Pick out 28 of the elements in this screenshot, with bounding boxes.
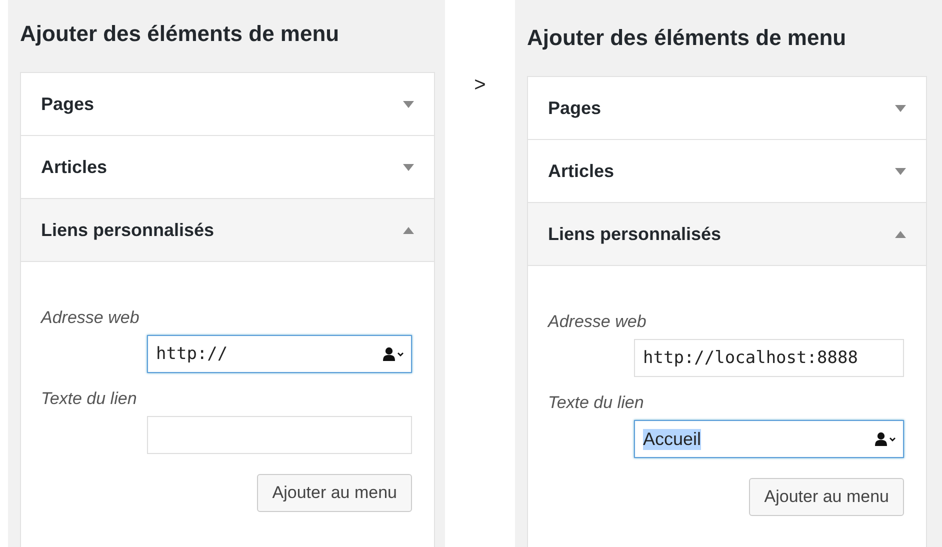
field-label: Texte du lien bbox=[548, 393, 645, 413]
input-field[interactable]: Accueil bbox=[634, 420, 904, 458]
input-field[interactable]: http://localhost:8888 bbox=[634, 339, 904, 377]
field-label: Adresse web bbox=[548, 312, 648, 332]
accordion-header[interactable]: Pages bbox=[528, 77, 926, 140]
accordion-header[interactable]: Liens personnalisés bbox=[528, 203, 926, 266]
accordion-header[interactable]: Pages bbox=[21, 73, 434, 136]
caret-up-icon bbox=[403, 226, 414, 234]
field-label: Texte du lien bbox=[41, 389, 138, 409]
accordion-header[interactable]: Liens personnalisés bbox=[21, 199, 434, 262]
field-label: Adresse web bbox=[41, 308, 140, 328]
field-value: Accueil bbox=[643, 428, 702, 450]
field-value: http://localhost:8888 bbox=[643, 348, 858, 368]
input-field[interactable]: http:// bbox=[147, 335, 412, 373]
field-value: http:// bbox=[156, 344, 228, 364]
greater-than-sign: > bbox=[474, 74, 486, 97]
input-field[interactable] bbox=[147, 416, 412, 454]
contact-autofill-icon[interactable] bbox=[382, 347, 404, 361]
caret-down-icon bbox=[895, 168, 906, 174]
caret-down-icon bbox=[403, 100, 414, 108]
panel-title: Ajouter des éléments de menu bbox=[20, 20, 340, 48]
panel-title: Ajouter des éléments de menu bbox=[527, 24, 848, 52]
add-to-menu-button[interactable]: Ajouter au menu bbox=[749, 478, 904, 516]
caret-up-icon bbox=[895, 230, 906, 238]
contact-autofill-icon[interactable] bbox=[874, 432, 896, 446]
caret-down-icon bbox=[895, 104, 906, 112]
add-to-menu-button[interactable]: Ajouter au menu bbox=[257, 474, 412, 512]
caret-down-icon bbox=[403, 164, 414, 170]
